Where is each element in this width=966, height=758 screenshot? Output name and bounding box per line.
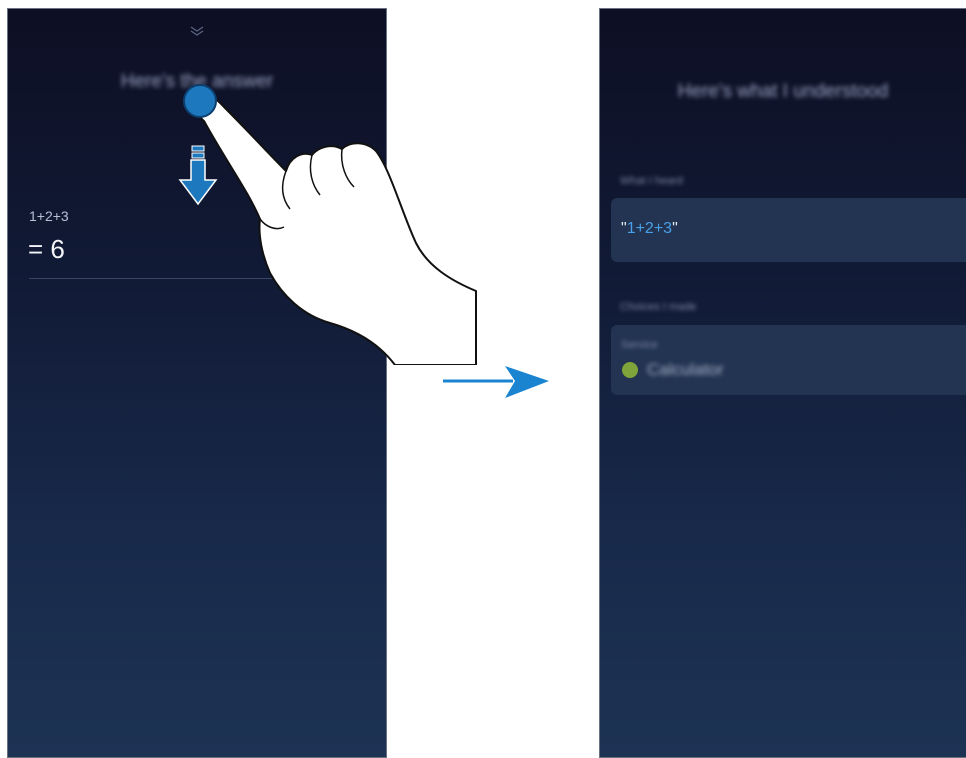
service-name: Calculator	[647, 360, 724, 379]
tap-indicator-icon	[183, 84, 217, 118]
section-label-heard: What I heard	[620, 175, 683, 187]
heard-query: 1+2+3	[626, 220, 673, 237]
section-label-choices: Choices I made	[620, 301, 697, 313]
heard-card[interactable]: "1+2+3"	[611, 198, 966, 262]
answer-text: = 6	[28, 234, 65, 264]
understood-screen: Here's what I understood What I heard "1…	[599, 8, 966, 758]
quote-close: "	[672, 220, 678, 237]
calculator-app-icon	[622, 362, 638, 378]
double-chevron-down-icon[interactable]	[189, 25, 205, 37]
query-text: 1+2+3	[29, 208, 69, 224]
pointing-hand-icon	[196, 96, 477, 365]
right-arrow-icon	[443, 366, 549, 398]
service-card[interactable]: Service Calculator	[611, 325, 966, 395]
service-label: Service	[621, 339, 658, 351]
screen-title: Here's what I understood	[677, 81, 889, 102]
heard-text: "1+2+3"	[621, 220, 678, 238]
